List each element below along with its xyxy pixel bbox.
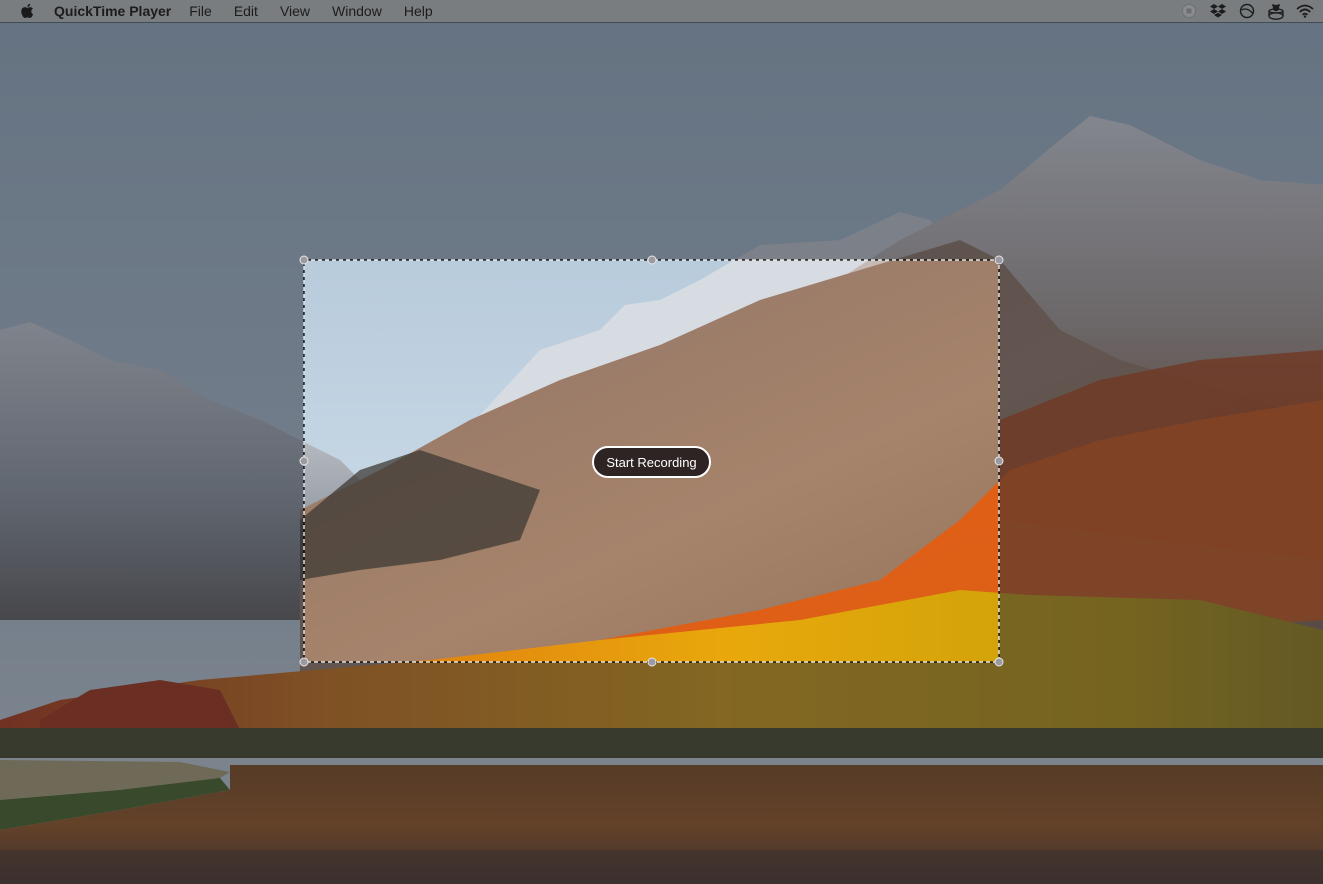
resize-handle-top-right[interactable] bbox=[994, 255, 1004, 265]
menu-help[interactable]: Help bbox=[404, 0, 433, 22]
dropbox-icon[interactable] bbox=[1208, 3, 1228, 19]
stop-recording-icon[interactable] bbox=[1179, 3, 1199, 19]
status-menu-area bbox=[1170, 0, 1315, 22]
dim-overlay-bottom bbox=[0, 662, 1323, 884]
menu-file[interactable]: File bbox=[189, 0, 212, 22]
resize-handle-top-left[interactable] bbox=[299, 255, 309, 265]
resize-handle-bottom[interactable] bbox=[647, 657, 656, 667]
start-recording-button[interactable]: Start Recording bbox=[592, 446, 711, 478]
resize-handle-left[interactable] bbox=[299, 456, 309, 466]
resize-handle-top[interactable] bbox=[647, 255, 656, 265]
dim-overlay-left bbox=[0, 260, 304, 662]
menu-bar: QuickTime Player File Edit View Window H… bbox=[0, 0, 1323, 22]
menu-window[interactable]: Window bbox=[332, 0, 382, 22]
resize-handle-right[interactable] bbox=[994, 456, 1004, 466]
bear-cup-icon[interactable] bbox=[1266, 3, 1286, 20]
resize-handle-bottom-right[interactable] bbox=[994, 657, 1004, 667]
menu-edit[interactable]: Edit bbox=[234, 0, 258, 22]
wifi-icon[interactable] bbox=[1295, 3, 1315, 19]
dim-overlay-top bbox=[0, 22, 1323, 260]
menu-view[interactable]: View bbox=[280, 0, 310, 22]
do-not-disturb-icon[interactable] bbox=[1237, 3, 1257, 19]
app-menu-quicktime[interactable]: QuickTime Player bbox=[54, 0, 171, 22]
apple-logo-icon bbox=[21, 3, 34, 19]
apple-menu[interactable] bbox=[20, 3, 34, 19]
dim-overlay-right bbox=[999, 260, 1323, 662]
resize-handle-bottom-left[interactable] bbox=[299, 657, 309, 667]
